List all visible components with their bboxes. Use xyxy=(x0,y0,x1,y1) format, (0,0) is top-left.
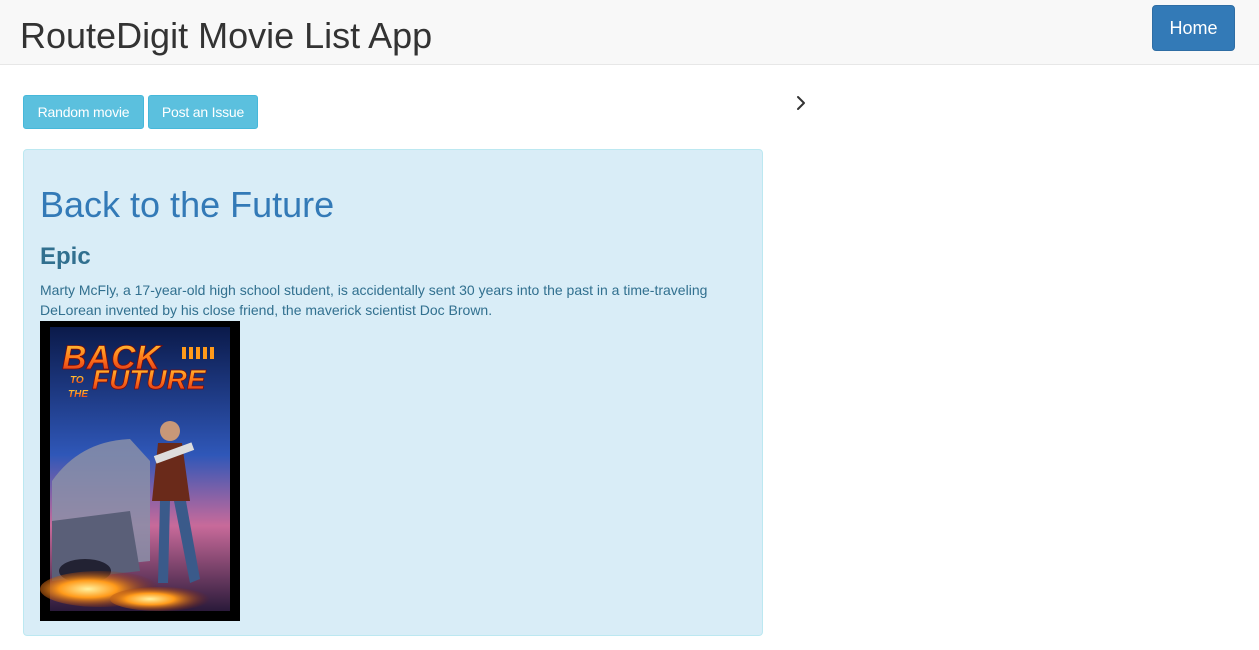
chevron-right-icon[interactable] xyxy=(793,94,809,112)
post-issue-button[interactable]: Post an Issue xyxy=(148,95,258,129)
poster-title-to: TO xyxy=(70,375,84,386)
movie-genre: Epic xyxy=(40,243,91,270)
poster-title-future: FUTURE xyxy=(92,364,207,395)
movie-description: Marty McFly, a 17-year-old high school s… xyxy=(40,282,708,318)
home-button[interactable]: Home xyxy=(1152,5,1235,51)
movie-poster: BACK TO THE FUTURE xyxy=(40,321,240,621)
random-movie-button[interactable]: Random movie xyxy=(23,95,144,129)
navbar: RouteDigit Movie List App Home xyxy=(0,0,1259,65)
movie-panel: Back to the Future Epic Marty McFly, a 1… xyxy=(23,149,763,636)
movie-title: Back to the Future xyxy=(40,184,335,225)
poster-title-the: THE xyxy=(68,389,88,400)
app-title[interactable]: RouteDigit Movie List App xyxy=(20,14,432,58)
